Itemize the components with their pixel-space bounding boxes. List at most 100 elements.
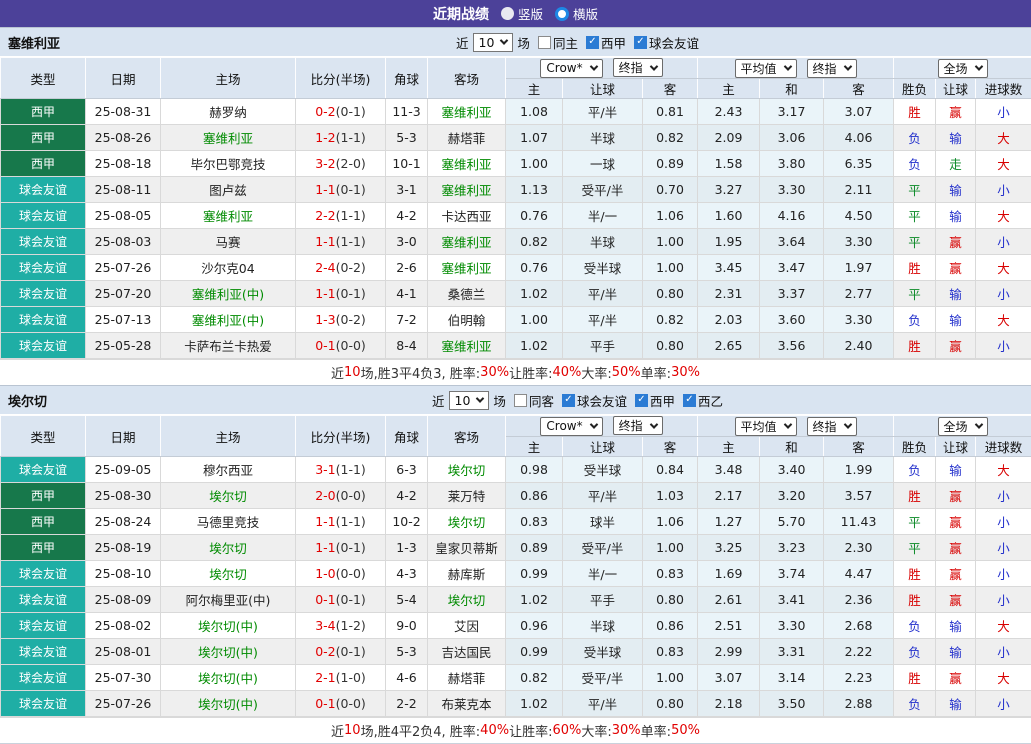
- avg-away-odds: 2.23: [824, 665, 894, 691]
- crow-home-odds: 1.02: [506, 587, 563, 613]
- chevron-down-icon: [783, 62, 791, 70]
- match-count-select[interactable]: 10: [449, 391, 490, 410]
- avg-home-odds: 3.07: [698, 665, 760, 691]
- crow-handicap: 受半球: [563, 457, 643, 483]
- date-cell: 25-05-28: [86, 333, 161, 359]
- scope-select[interactable]: 全场: [938, 417, 988, 436]
- col-header-away: 客场: [428, 58, 506, 99]
- fulltime-score: 1-1: [315, 514, 335, 529]
- col-header-type: 类型: [1, 416, 86, 457]
- date-cell: 25-08-05: [86, 203, 161, 229]
- crow-handicap: 半球: [563, 229, 643, 255]
- crow-handicap: 受平/半: [563, 535, 643, 561]
- crow-away-odds: 1.00: [643, 535, 698, 561]
- filter-checkbox-西乙[interactable]: ✓西乙: [683, 391, 723, 410]
- away-team-cell: 赫塔菲: [428, 665, 506, 691]
- crow-handicap: 受半球: [563, 255, 643, 281]
- crow-home-odds: 0.86: [506, 483, 563, 509]
- bookmaker-select[interactable]: Crow*: [540, 417, 602, 436]
- home-team-cell: 沙尔克04: [161, 255, 296, 281]
- league-cell: 球会友谊: [1, 255, 86, 281]
- col-header-draw-odds: 和: [760, 437, 824, 457]
- halftime-score: (1-1): [336, 514, 366, 529]
- match-row: 西甲25-08-18毕尔巴鄂竞技3-2(2-0)10-1塞维利亚1.00一球0.…: [1, 151, 1031, 177]
- crow-away-odds: 0.70: [643, 177, 698, 203]
- match-count-select[interactable]: 10: [473, 33, 514, 52]
- final-index-select[interactable]: 终指: [613, 416, 663, 435]
- filter-checkbox-同主[interactable]: 同主: [538, 33, 578, 52]
- corner-cell: 10-1: [386, 151, 428, 177]
- filter-checkbox-球会友谊[interactable]: ✓球会友谊: [562, 391, 627, 410]
- league-cell: 球会友谊: [1, 307, 86, 333]
- title-bar: 近期战绩 竖版 横版: [0, 0, 1031, 27]
- avg-draw-odds: 3.50: [760, 691, 824, 717]
- crow-home-odds: 0.76: [506, 203, 563, 229]
- avg-home-odds: 1.58: [698, 151, 760, 177]
- crow-home-odds: 1.02: [506, 333, 563, 359]
- chevron-down-icon: [649, 62, 657, 70]
- filter-checkbox-西甲[interactable]: ✓西甲: [586, 33, 626, 52]
- filter-checkbox-西甲[interactable]: ✓西甲: [635, 391, 675, 410]
- final-index-select[interactable]: 终指: [807, 59, 857, 78]
- near-label: 近: [456, 33, 469, 52]
- away-team-cell: 赫塔菲: [428, 125, 506, 151]
- league-cell: 西甲: [1, 151, 86, 177]
- match-row: 球会友谊25-08-01埃尔切(中)0-2(0-1)5-3吉达国民0.99受半球…: [1, 639, 1031, 665]
- halftime-score: (1-2): [336, 618, 366, 633]
- filter-checkbox-同客[interactable]: 同客: [514, 391, 554, 410]
- result-cell: 负: [894, 457, 936, 483]
- layout-vertical-radio[interactable]: 竖版: [501, 4, 543, 23]
- date-cell: 25-08-09: [86, 587, 161, 613]
- crow-home-odds: 0.82: [506, 665, 563, 691]
- bookmaker-select[interactable]: Crow*: [540, 59, 602, 78]
- avg-draw-odds: 3.47: [760, 255, 824, 281]
- average-select[interactable]: 平均值: [735, 417, 797, 436]
- score-cell: 1-2(1-1): [296, 125, 386, 151]
- final-index-select[interactable]: 终指: [807, 417, 857, 436]
- col-header-corner: 角球: [386, 416, 428, 457]
- corner-cell: 4-2: [386, 203, 428, 229]
- final-index-select[interactable]: 终指: [613, 58, 663, 77]
- match-row: 球会友谊25-08-03马赛1-1(1-1)3-0塞维利亚0.82半球1.001…: [1, 229, 1031, 255]
- avg-draw-odds: 3.30: [760, 613, 824, 639]
- goals-result-cell: 大: [976, 203, 1031, 229]
- filter-checkbox-球会友谊[interactable]: ✓球会友谊: [634, 33, 699, 52]
- layout-horizontal-radio[interactable]: 横版: [555, 4, 598, 23]
- date-cell: 25-08-31: [86, 99, 161, 125]
- avg-away-odds: 4.50: [824, 203, 894, 229]
- col-header-draw-odds: 和: [760, 79, 824, 99]
- avg-draw-odds: 3.20: [760, 483, 824, 509]
- halftime-score: (0-0): [336, 488, 366, 503]
- team-bar: 埃尔切 近10场同客✓球会友谊✓西甲✓西乙: [0, 385, 1031, 415]
- home-team-cell: 阿尔梅里亚(中): [161, 587, 296, 613]
- away-team-cell: 埃尔切: [428, 509, 506, 535]
- home-team-cell: 埃尔切(中): [161, 665, 296, 691]
- chevron-down-icon: [843, 62, 851, 70]
- away-team-cell: 塞维利亚: [428, 99, 506, 125]
- goals-result-cell: 小: [976, 561, 1031, 587]
- handicap-result-cell: 赢: [936, 561, 976, 587]
- home-team-cell: 塞维利亚: [161, 203, 296, 229]
- checked-checkbox-icon: ✓: [635, 394, 648, 407]
- away-team-cell: 莱万特: [428, 483, 506, 509]
- scope-select[interactable]: 全场: [938, 59, 988, 78]
- match-count-value: 10: [455, 393, 471, 408]
- avg-draw-odds: 3.23: [760, 535, 824, 561]
- away-team-cell: 塞维利亚: [428, 333, 506, 359]
- halftime-score: (0-0): [336, 566, 366, 581]
- date-cell: 25-07-26: [86, 255, 161, 281]
- crow-away-odds: 0.86: [643, 613, 698, 639]
- crow-away-odds: 0.83: [643, 561, 698, 587]
- home-team-cell: 毕尔巴鄂竞技: [161, 151, 296, 177]
- halftime-score: (0-2): [336, 260, 366, 275]
- col-header-guest-odds: 客: [824, 437, 894, 457]
- goals-result-cell: 大: [976, 255, 1031, 281]
- league-cell: 球会友谊: [1, 587, 86, 613]
- avg-away-odds: 2.68: [824, 613, 894, 639]
- away-team-cell: 艾因: [428, 613, 506, 639]
- average-select[interactable]: 平均值: [735, 59, 797, 78]
- avg-home-odds: 1.60: [698, 203, 760, 229]
- halftime-score: (0-1): [336, 644, 366, 659]
- avg-draw-odds: 3.80: [760, 151, 824, 177]
- avg-away-odds: 1.97: [824, 255, 894, 281]
